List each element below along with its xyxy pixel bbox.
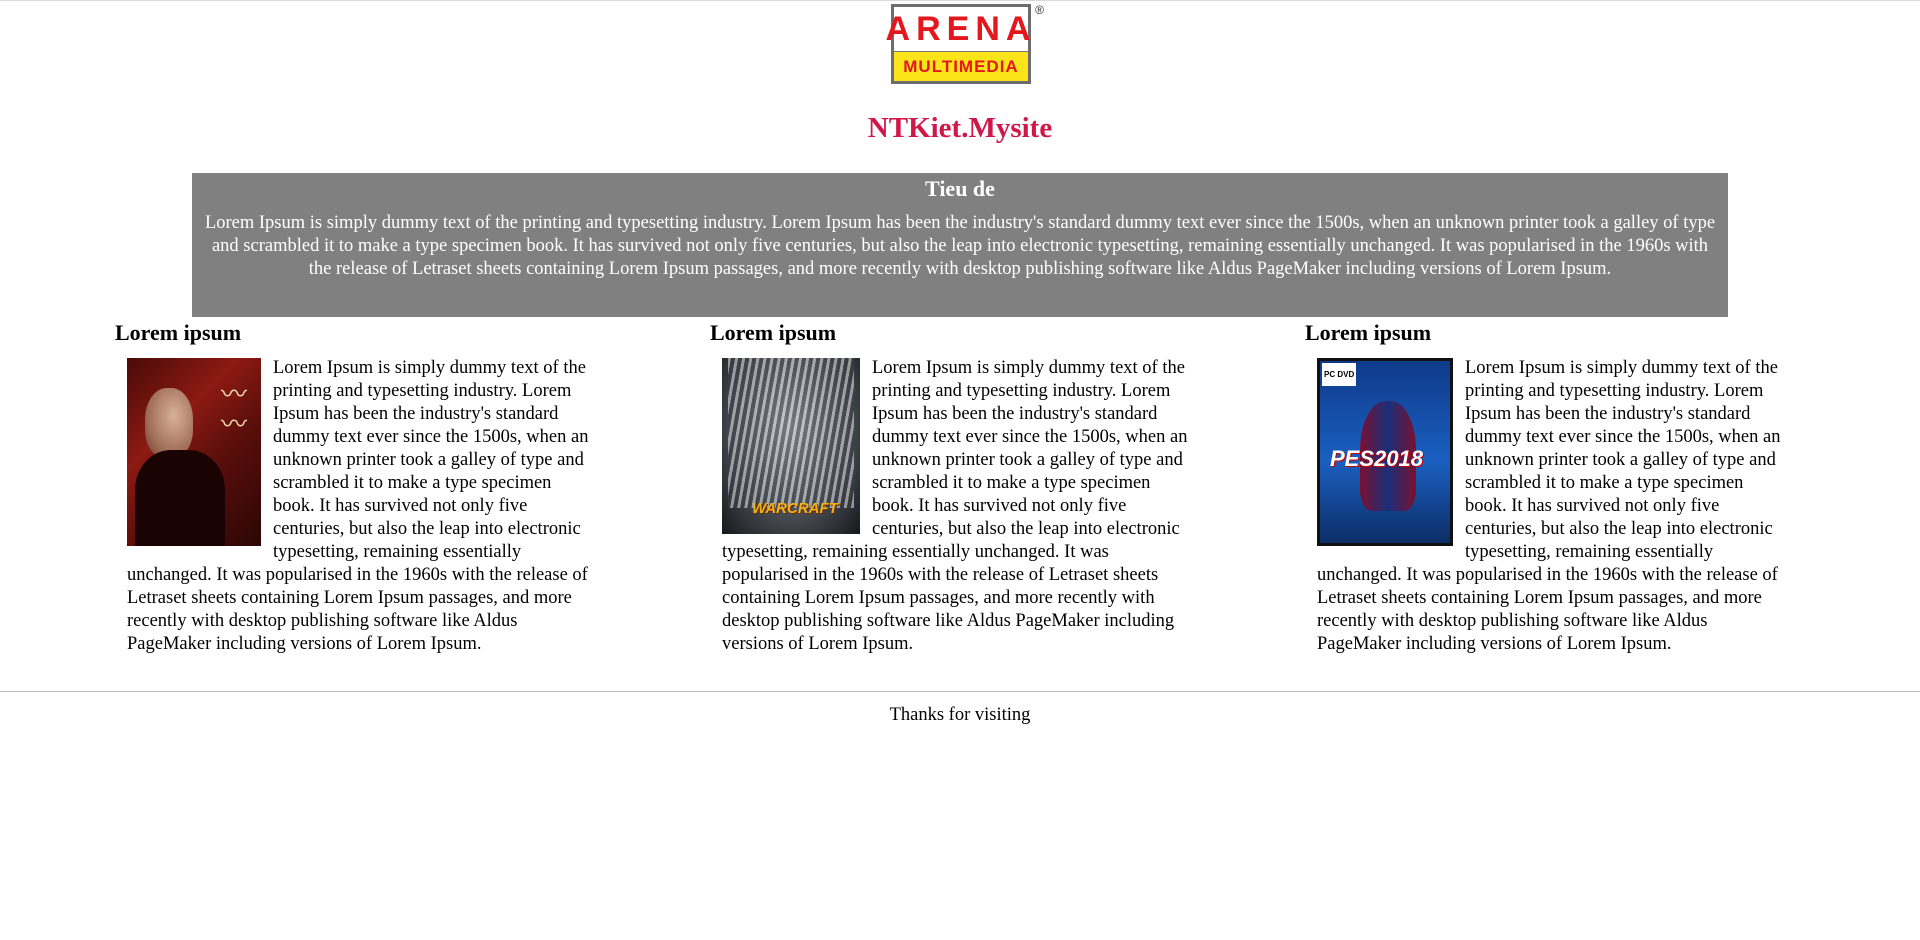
poster-figure-shape <box>135 450 225 546</box>
content-column-3: Lorem ipsum PC DVD PES2018 Lorem Ipsum i… <box>1305 318 1783 656</box>
poster-face-shape <box>145 388 193 458</box>
column-body: WARCRAFT Lorem Ipsum is simply dummy tex… <box>722 357 1188 656</box>
column-body: 〰〰 Lorem Ipsum is simply dummy text of t… <box>127 357 593 656</box>
pc-dvd-badge: PC DVD <box>1322 363 1357 386</box>
movie-poster-image: 〰〰 <box>127 358 261 546</box>
content-column-1: Lorem ipsum 〰〰 Lorem Ipsum is simply dum… <box>115 318 593 656</box>
pes-logo-text: PES2018 <box>1330 446 1423 471</box>
logo-bottom-text: MULTIMEDIA <box>894 51 1028 81</box>
warcraft-logo-text: WARCRAFT <box>752 500 838 517</box>
column-heading: Lorem ipsum <box>115 320 242 345</box>
logo-container: ARENA MULTIMEDIA ® <box>0 3 1920 84</box>
top-divider <box>0 0 1920 1</box>
site-title: NTKiet.Mysite <box>867 112 1053 144</box>
intro-banner: Tieu de Lorem Ipsum is simply dummy text… <box>192 173 1728 317</box>
banner-text: Lorem Ipsum is simply dummy text of the … <box>204 213 1716 279</box>
column-heading: Lorem ipsum <box>1305 320 1432 345</box>
poster-calligraphy-mark: 〰〰 <box>220 380 247 440</box>
column-body: PC DVD PES2018 Lorem Ipsum is simply dum… <box>1317 357 1783 656</box>
banner-heading: Tieu de <box>925 176 995 201</box>
content-column-2: Lorem ipsum WARCRAFT Lorem Ipsum is simp… <box>710 318 1188 656</box>
footer-divider <box>0 691 1920 692</box>
logo-wordmark: ARENA <box>885 10 1037 48</box>
footer-text: Thanks for visiting <box>889 705 1031 725</box>
pes-2018-cover-image: PC DVD PES2018 <box>1317 358 1453 546</box>
cover-hair-shape <box>728 358 854 508</box>
warcraft-cover-image: WARCRAFT <box>722 358 860 534</box>
logo-top-text: ARENA <box>886 7 1031 51</box>
registered-mark: ® <box>1035 3 1044 17</box>
column-heading: Lorem ipsum <box>710 320 837 345</box>
arena-multimedia-logo[interactable]: ARENA MULTIMEDIA ® <box>886 3 1044 84</box>
